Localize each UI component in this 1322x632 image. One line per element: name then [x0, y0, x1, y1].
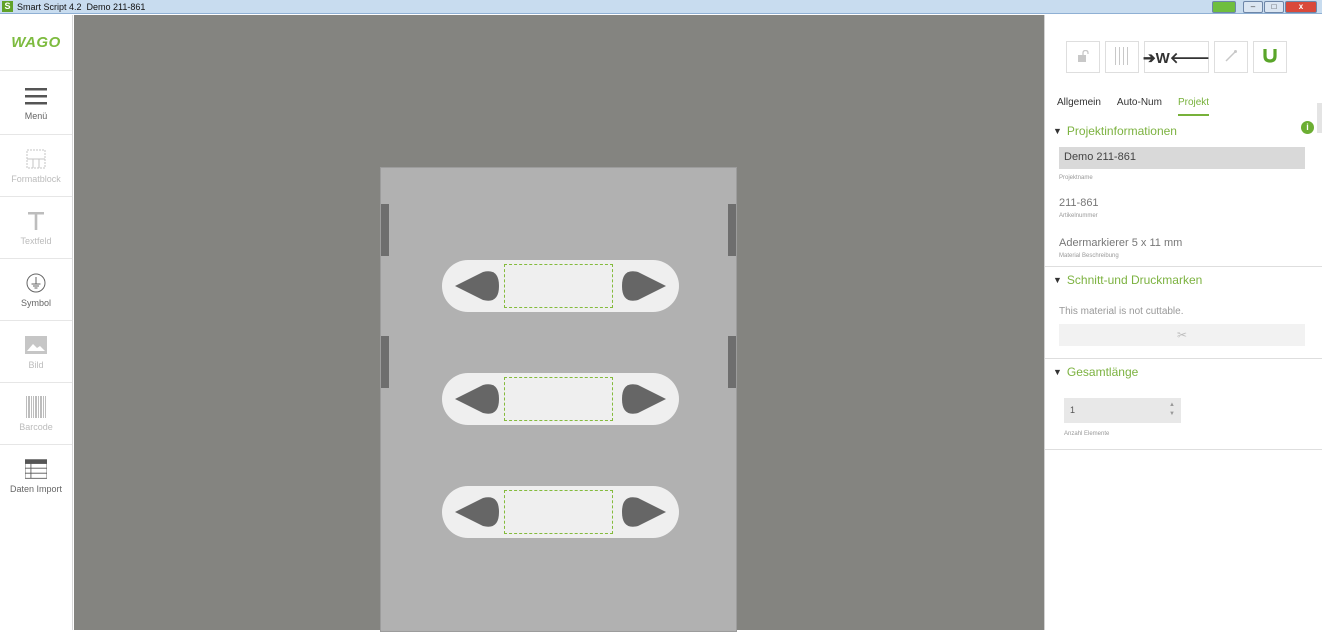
tool-textfeld[interactable]: Textfeld [0, 196, 72, 258]
lock-button[interactable] [1066, 41, 1100, 73]
project-name-caption: Projektname [1059, 175, 1093, 181]
align-label: ➔W🡐 [1143, 49, 1210, 67]
title-bar: S Smart Script 4.2 Demo 211-861 – □ x [0, 0, 1322, 14]
element-count-caption: Anzahl Elemente [1064, 431, 1110, 437]
chevron-down-icon: ▼ [1053, 275, 1062, 285]
material-value: Adermarkierer 5 x 11 mm [1059, 237, 1183, 249]
marker-hole-right [622, 497, 666, 527]
sheet-notch [728, 204, 736, 256]
taskbar-toggle-button[interactable] [1212, 1, 1236, 13]
align-button[interactable]: ➔W🡐 [1143, 41, 1210, 73]
scissors-icon: ✂ [1176, 328, 1188, 342]
section-heading: Schnitt-und Druckmarken [1066, 273, 1203, 287]
wago-logo: WAGO [11, 34, 61, 51]
sheet-notch [381, 204, 389, 256]
marker-hole-left [455, 271, 499, 301]
tool-formatblock[interactable]: Formatblock [0, 134, 72, 196]
image-icon [25, 334, 47, 356]
close-button[interactable]: x [1285, 1, 1317, 13]
chevron-down-icon: ▼ [1053, 367, 1062, 377]
hamburger-icon [25, 85, 47, 107]
sheet-notch [381, 336, 389, 388]
wire-marker[interactable] [442, 486, 679, 538]
tab-allgemein[interactable]: Allgemein [1057, 97, 1101, 116]
material-caption: Material Beschreibung [1059, 253, 1119, 259]
tab-auto-num[interactable]: Auto-Num [1117, 97, 1162, 116]
table-import-icon [25, 458, 47, 480]
not-cuttable-note: This material is not cuttable. [1059, 306, 1184, 317]
wire-marker[interactable] [442, 260, 679, 312]
tool-barcode[interactable]: Barcode [0, 382, 72, 444]
element-count-value: 1 [1070, 405, 1076, 415]
tool-daten-import[interactable]: Daten Import [0, 444, 72, 506]
marker-hole-left [455, 497, 499, 527]
design-canvas[interactable] [74, 15, 1044, 632]
marker-hole-right [622, 384, 666, 414]
window-title: Smart Script 4.2 Demo 211-861 [17, 2, 146, 12]
lock-icon [1077, 49, 1089, 65]
article-number-caption: Artikelnummer [1059, 213, 1098, 219]
tool-menu[interactable]: Menü [0, 70, 72, 134]
section-heading: Gesamtlänge [1066, 365, 1139, 379]
panel-tabs: Allgemein Auto-Num Projekt [1057, 97, 1210, 116]
divider [1045, 449, 1322, 450]
chevron-down-icon: ▼ [1053, 126, 1062, 136]
marker-hole-right [622, 271, 666, 301]
info-icon[interactable]: i [1301, 121, 1314, 134]
columns-button[interactable] [1105, 41, 1139, 73]
tool-label: Menü [24, 110, 48, 121]
divider [1045, 266, 1322, 267]
section-schnitt-druckmarken[interactable]: ▼ Schnitt-und Druckmarken [1053, 273, 1202, 287]
cut-button[interactable]: ✂ [1059, 324, 1305, 346]
article-number-value: 211-861 [1059, 197, 1099, 209]
marker-text-field[interactable] [504, 377, 613, 421]
tool-label: Textfeld [20, 235, 52, 246]
tool-label: Barcode [19, 421, 53, 432]
panel-toolbar: ➔W🡐 [1066, 41, 1287, 73]
element-count-spinner[interactable]: 1 ▲ ▼ [1064, 398, 1181, 423]
tool-label: Daten Import [9, 483, 63, 494]
section-gesamtlaenge[interactable]: ▼ Gesamtlänge [1053, 365, 1138, 379]
format-block-icon [25, 148, 47, 170]
ground-symbol-icon [25, 272, 47, 294]
app-icon: S [2, 1, 13, 12]
panel-scrollbar[interactable] [1317, 103, 1322, 133]
magic-wand-button[interactable] [1214, 41, 1248, 73]
label-sheet[interactable] [380, 167, 737, 632]
marker-text-field[interactable] [504, 264, 613, 308]
tool-symbol[interactable]: Symbol [0, 258, 72, 320]
minimize-button[interactable]: – [1243, 1, 1263, 13]
sheet-notch [728, 336, 736, 388]
columns-icon [1114, 46, 1130, 68]
maximize-button[interactable]: □ [1264, 1, 1284, 13]
magic-wand-icon [1224, 49, 1238, 66]
tool-label: Formatblock [11, 173, 61, 184]
tool-bild[interactable]: Bild [0, 320, 72, 382]
spinner-arrows-icon[interactable]: ▲ ▼ [1169, 401, 1175, 419]
wire-marker[interactable] [442, 373, 679, 425]
tool-label: Bild [28, 359, 44, 370]
section-projektinformationen[interactable]: ▼ Projektinformationen [1053, 124, 1177, 138]
properties-panel: ➔W🡐 Allgemein Auto-Num Projekt ▼ Projekt… [1044, 15, 1322, 630]
marker-hole-left [455, 384, 499, 414]
marker-text-field[interactable] [504, 490, 613, 534]
magnet-icon [1262, 47, 1278, 68]
magnet-button[interactable] [1253, 41, 1287, 73]
tab-projekt[interactable]: Projekt [1177, 97, 1210, 116]
tool-label: Symbol [20, 297, 51, 308]
divider [1045, 358, 1322, 359]
section-heading: Projektinformationen [1066, 124, 1177, 138]
tool-sidebar: WAGO Menü Formatblock Textfeld Symbol Bi… [0, 15, 73, 630]
text-field-icon [25, 210, 47, 232]
project-name-field[interactable]: Demo 211-861 [1059, 147, 1305, 169]
barcode-icon [25, 395, 47, 418]
